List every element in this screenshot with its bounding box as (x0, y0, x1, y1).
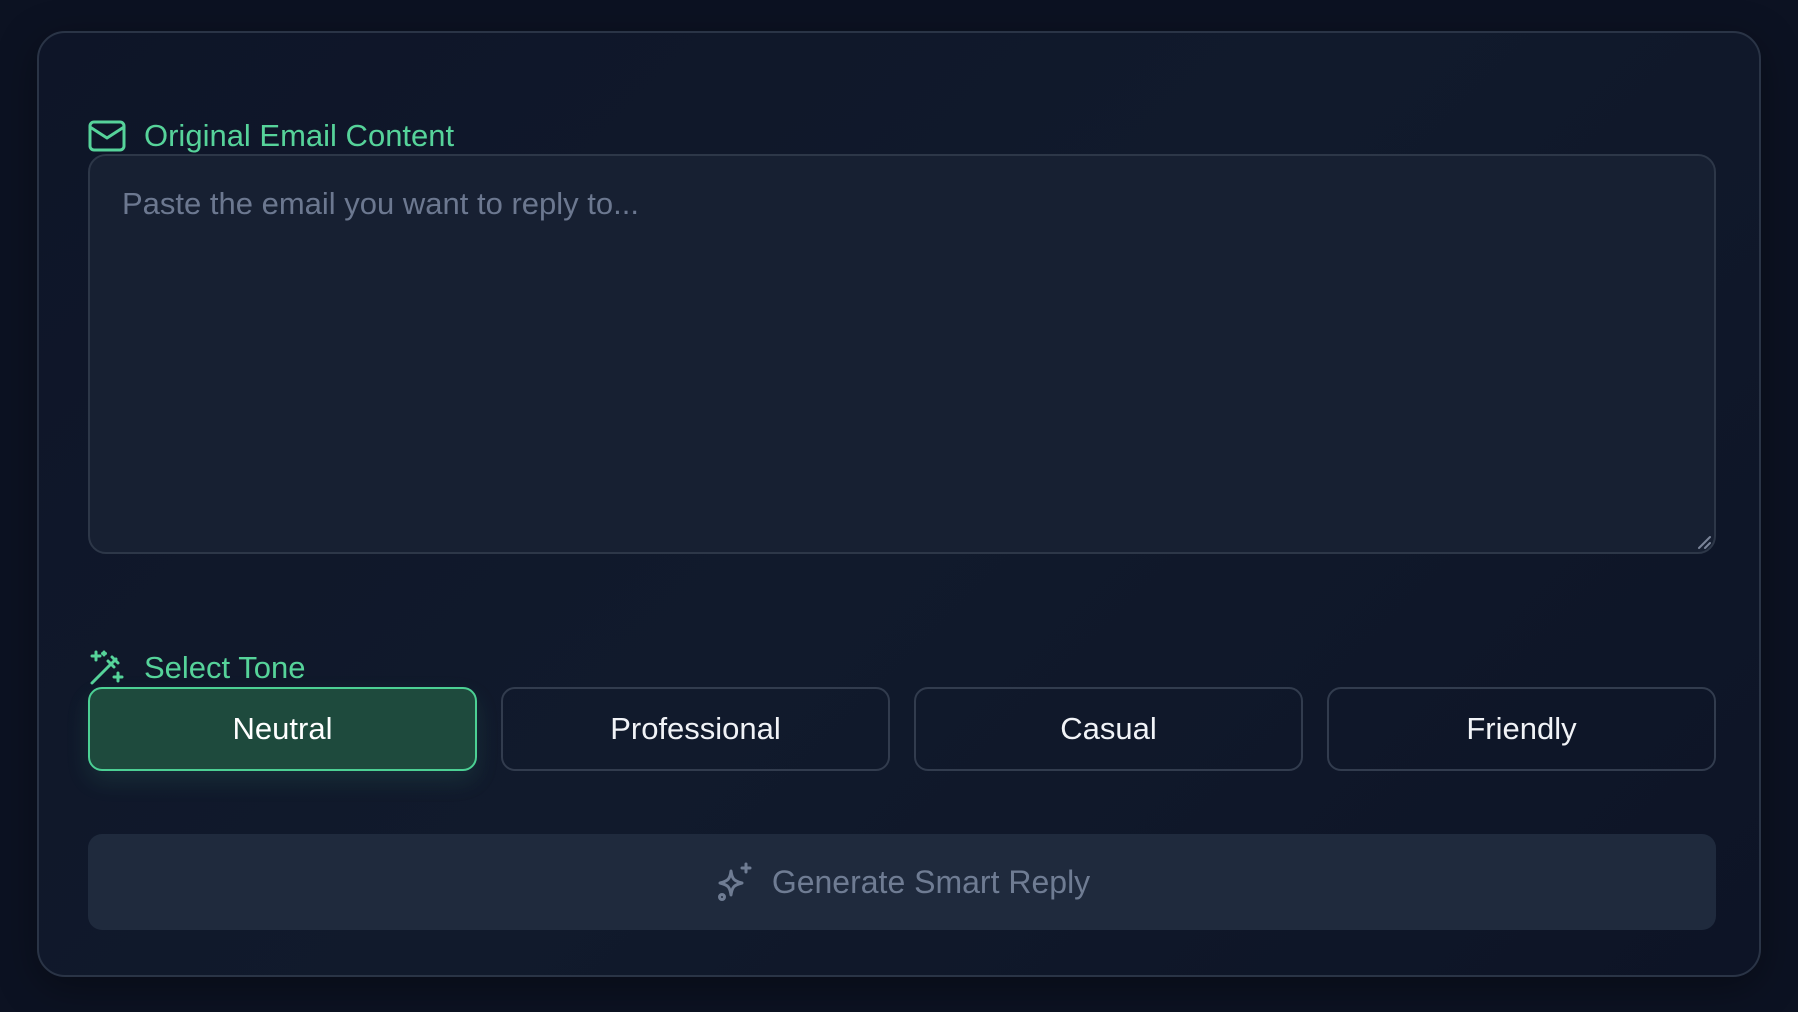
tone-friendly-button[interactable]: Friendly (1327, 687, 1716, 771)
sparkles-icon (714, 861, 756, 903)
magic-wand-icon (88, 649, 126, 687)
email-content-input[interactable] (88, 154, 1716, 554)
mail-icon (88, 117, 126, 155)
tone-options: Neutral Professional Casual Friendly (88, 687, 1716, 771)
tone-neutral-button[interactable]: Neutral (88, 687, 477, 771)
tone-section-title: Select Tone (144, 650, 306, 685)
email-section-header: Original Email Content (88, 117, 454, 155)
email-section-title: Original Email Content (144, 118, 455, 153)
tone-section-header: Select Tone (88, 649, 305, 687)
generate-reply-label: Generate Smart Reply (771, 863, 1091, 900)
reply-card: Original Email Content Select Tone Neutr… (37, 31, 1761, 977)
tone-casual-button[interactable]: Casual (914, 687, 1303, 771)
resize-handle-icon[interactable] (1697, 535, 1711, 549)
generate-reply-button[interactable]: Generate Smart Reply (88, 834, 1716, 930)
tone-professional-button[interactable]: Professional (501, 687, 890, 771)
